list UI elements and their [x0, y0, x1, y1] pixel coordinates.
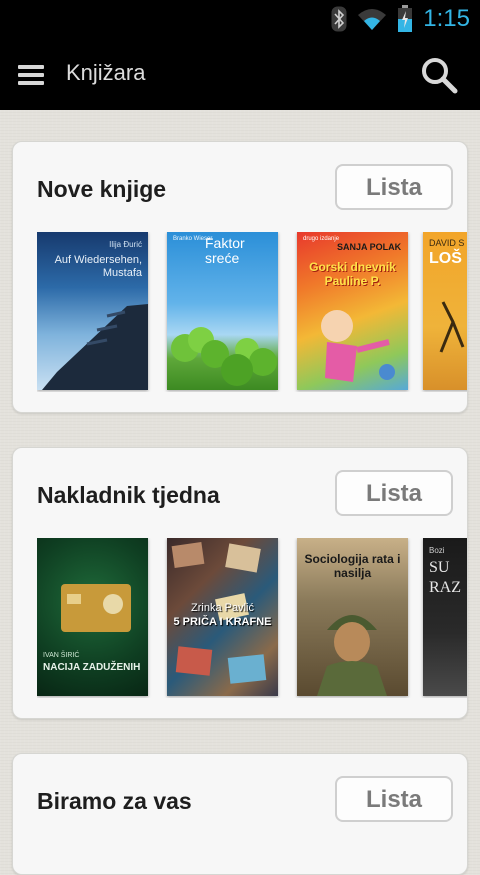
battery-icon [398, 5, 413, 32]
section-title: Nove knjige [37, 176, 167, 202]
book-cover[interactable]: Branko Wieser Faktor sreće [167, 232, 278, 390]
list-button[interactable]: Lista [335, 470, 453, 516]
clover-graphic [171, 327, 277, 386]
book-title: Auf Wiedersehen, Mustafa [54, 254, 142, 279]
book-author: SANJA POLAK [337, 242, 402, 252]
book-carousel[interactable]: IVAN ŠIRIĆ NACIJA ZADUŽENIH Zrinka Pavli… [37, 538, 467, 698]
book-cover[interactable]: IVAN ŠIRIĆ NACIJA ZADUŽENIH [37, 538, 148, 696]
clock-time: 1:15 [423, 5, 470, 32]
airplane-wing-graphic [42, 304, 148, 390]
book-title: SU RAZ [429, 559, 461, 596]
action-bar: Knjižara [0, 38, 480, 110]
app-title: Knjižara [66, 60, 146, 85]
book-cover[interactable]: Zrinka Pavlić 5 PRIČA I KRAFNE [167, 538, 278, 696]
book-author: Zrinka Pavlić [191, 602, 254, 614]
status-icons: 1:15 [331, 4, 470, 34]
book-title: NACIJA ZADUŽENIH [43, 662, 141, 673]
hamburger-menu-icon[interactable] [18, 65, 46, 87]
search-icon[interactable] [420, 56, 458, 94]
section-new-books: Nove knjige Lista Ilija Đurić Auf Wieder… [12, 141, 468, 413]
section-picks-for-you: Biramo za vas Lista [12, 753, 468, 875]
book-author: Ilija Đurić [109, 240, 142, 249]
book-title: 5 PRIČA I KRAFNE [173, 616, 272, 628]
section-title: Biramo za vas [37, 788, 192, 814]
book-author: IVAN ŠIRIĆ [43, 652, 80, 659]
section-publisher-of-week: Nakladnik tjedna Lista IVAN ŠIRIĆ NACIJA… [12, 447, 468, 719]
book-cover[interactable]: DAVID S LOŠ [423, 232, 467, 390]
status-bar: 1:15 [0, 0, 480, 38]
book-author: DAVID S [429, 238, 465, 248]
book-cover[interactable]: drugo izdanje SANJA POLAK Gorski dnevnik… [297, 232, 408, 390]
list-button[interactable]: Lista [335, 164, 453, 210]
credit-card-graphic [61, 584, 131, 632]
figure-graphic [439, 301, 465, 353]
book-title: Faktor sreće [205, 235, 245, 266]
book-title: Sociologija rata i nasilja [304, 552, 401, 580]
soldier-graphic [317, 615, 387, 696]
bluetooth-icon [331, 6, 347, 32]
section-title: Nakladnik tjedna [37, 482, 220, 508]
wifi-icon [358, 9, 387, 30]
list-button[interactable]: Lista [335, 776, 453, 822]
book-carousel[interactable]: Ilija Đurić Auf Wiedersehen, Mustafa Bra… [37, 232, 467, 392]
book-title: LOŠ [429, 250, 462, 267]
book-cover[interactable]: Ilija Đurić Auf Wiedersehen, Mustafa [37, 232, 148, 390]
book-cover[interactable]: Bozi SU RAZ [423, 538, 467, 696]
cartoon-girl-graphic [321, 310, 395, 382]
book-author: Bozi [429, 546, 445, 555]
book-title: Gorski dnevnik Pauline P. [309, 260, 396, 288]
book-cover[interactable]: Sociologija rata i nasilja [297, 538, 408, 696]
